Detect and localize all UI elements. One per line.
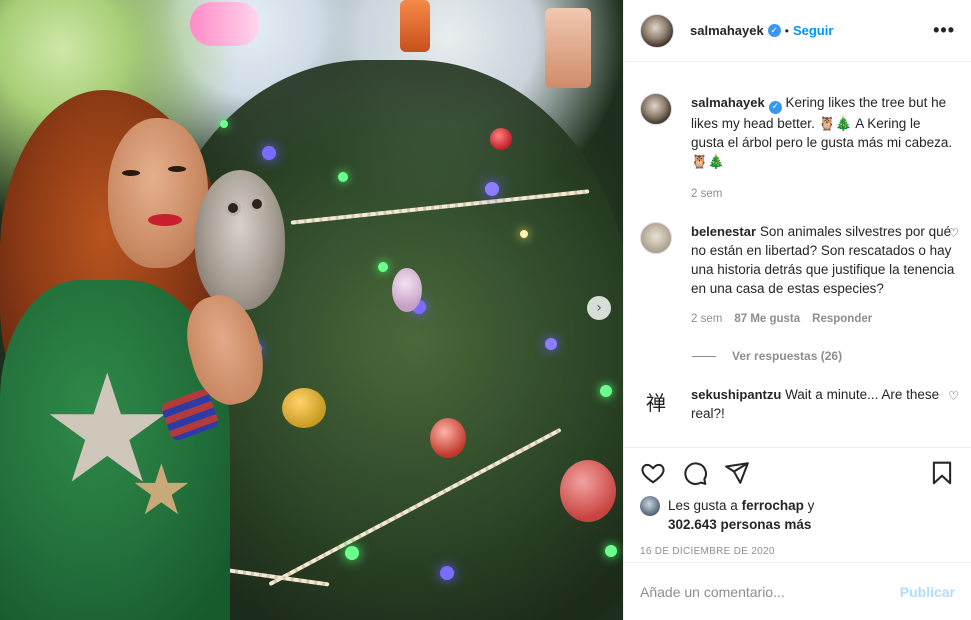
likes-prefix: Les gusta a: [668, 498, 738, 513]
tree-light: [485, 182, 499, 196]
eye: [168, 166, 186, 172]
avatar[interactable]: 禅: [640, 385, 672, 417]
sweater-star: ★: [130, 449, 193, 531]
comment-likes[interactable]: 87 Me gusta: [734, 310, 800, 329]
comment-username[interactable]: belenestar: [691, 224, 756, 239]
caption-meta: 2 sem: [691, 185, 955, 204]
likes-text: Les gusta a ferrochap y 302.643 personas…: [668, 496, 814, 534]
owl-eye: [225, 200, 241, 216]
tree-light: [262, 146, 276, 160]
more-options-icon[interactable]: •••: [933, 20, 955, 41]
heart-icon[interactable]: [640, 460, 666, 486]
comment-input[interactable]: [640, 583, 900, 600]
ornament: [190, 2, 260, 46]
avatar[interactable]: [640, 93, 672, 125]
post-username[interactable]: salmahayek: [690, 23, 764, 38]
ornament: [400, 0, 430, 52]
instagram-post-view: ★ ★ › salmahayek ✓ • Seguir ••• salmahay…: [0, 0, 971, 620]
heart-ornament: [560, 460, 616, 522]
publish-button[interactable]: Publicar: [900, 584, 955, 600]
action-icons: [640, 458, 955, 488]
ornament: [282, 388, 326, 428]
post-date[interactable]: 16 DE DICIEMBRE DE 2020: [640, 546, 955, 557]
comment-icon[interactable]: [682, 460, 708, 486]
tree-light: [605, 545, 617, 557]
bookmark-icon[interactable]: [929, 460, 955, 486]
comment-body: sekushipantzu Wait a minute... Are these…: [691, 385, 955, 423]
tree-light: [345, 546, 359, 560]
comment-time[interactable]: 2 sem: [691, 310, 722, 329]
post-side-panel: salmahayek ✓ • Seguir ••• salmahayek ✓ Ke…: [623, 0, 971, 620]
caption: salmahayek ✓ Kering likes the tree but he…: [640, 93, 955, 204]
divider: [692, 355, 716, 357]
tree-light: [440, 566, 454, 580]
comment: 禅 sekushipantzu Wait a minute... Are the…: [640, 385, 959, 423]
comments-list[interactable]: salmahayek ✓ Kering likes the tree but he…: [624, 63, 971, 447]
caption-body: salmahayek ✓ Kering likes the tree but he…: [691, 93, 955, 204]
owl-eye: [249, 196, 265, 212]
woman-face: [108, 118, 208, 268]
tree-light: [378, 262, 388, 272]
ornament: [430, 418, 466, 458]
verified-badge-icon: ✓: [767, 24, 781, 37]
follow-button[interactable]: Seguir: [793, 23, 833, 38]
chevron-right-icon[interactable]: ›: [587, 296, 611, 320]
avatar[interactable]: [640, 13, 674, 48]
view-replies-button[interactable]: Ver respuestas (26): [692, 349, 955, 363]
likes-summary[interactable]: Les gusta a ferrochap y 302.643 personas…: [640, 496, 955, 534]
comment-meta: 2 sem 87 Me gusta Responder: [691, 310, 955, 329]
likes-count[interactable]: 302.643 personas más: [668, 517, 811, 532]
likes-connector: y: [807, 498, 815, 513]
caption-time[interactable]: 2 sem: [691, 185, 722, 204]
ornament: [392, 268, 422, 312]
comment-like-icon[interactable]: ♡: [948, 389, 959, 403]
verified-badge-icon: ✓: [768, 101, 782, 114]
post-actions: Les gusta a ferrochap y 302.643 personas…: [624, 447, 971, 557]
view-replies-label: Ver respuestas (26): [732, 349, 843, 363]
ornament: [545, 8, 591, 88]
eye: [122, 170, 140, 176]
header-user: salmahayek ✓ • Seguir: [690, 23, 833, 38]
post-header: salmahayek ✓ • Seguir •••: [624, 0, 971, 62]
tree-light: [220, 120, 228, 128]
post-photo[interactable]: ★ ★ ›: [0, 0, 623, 620]
comment-username[interactable]: sekushipantzu: [691, 387, 781, 402]
liker-avatar: [640, 496, 660, 516]
lips: [148, 214, 182, 226]
add-comment-bar: Publicar: [624, 562, 971, 620]
tree-light: [545, 338, 557, 350]
ornament: [490, 128, 512, 150]
comment-body: belenestar Son animales silvestres por q…: [691, 222, 955, 329]
tree-light: [338, 172, 348, 182]
liker-username[interactable]: ferrochap: [742, 498, 804, 513]
separator-dot: •: [784, 23, 789, 38]
share-icon[interactable]: [724, 460, 750, 486]
comment: belenestar Son animales silvestres por q…: [640, 222, 959, 329]
owl: [195, 170, 285, 310]
tree-light: [600, 385, 612, 397]
comment-like-icon[interactable]: ♡: [948, 226, 959, 240]
tree-light: [520, 230, 528, 238]
caption-username[interactable]: salmahayek: [691, 95, 765, 110]
avatar[interactable]: [640, 222, 672, 254]
reply-button[interactable]: Responder: [812, 310, 872, 329]
